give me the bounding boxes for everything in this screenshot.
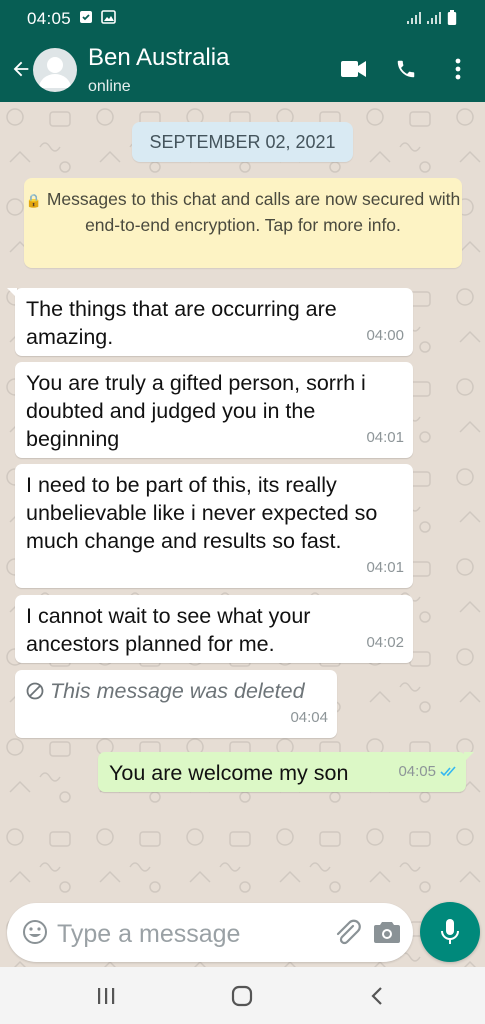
recents-button[interactable]	[86, 981, 126, 1011]
message-bubble[interactable]: I need to be part of this, its really un…	[15, 464, 413, 588]
deleted-message-text: This message was deleted	[26, 677, 327, 705]
chat-area[interactable]: SEPTEMBER 02, 2021 🔒 Messages to this ch…	[0, 102, 485, 967]
message-input[interactable]	[55, 913, 319, 955]
read-receipt-icon	[440, 757, 458, 785]
arrow-left-icon	[13, 61, 29, 77]
encryption-notice[interactable]: 🔒 Messages to this chat and calls are no…	[24, 178, 462, 268]
contact-name[interactable]: Ben Australia	[88, 44, 229, 72]
image-notification-icon	[101, 9, 116, 29]
checkbox-notification-icon	[79, 10, 93, 29]
emoji-button[interactable]	[22, 919, 48, 945]
encryption-notice-text: Messages to this chat and calls are now …	[46, 189, 461, 235]
microphone-icon	[441, 919, 459, 944]
video-call-icon	[341, 61, 366, 77]
battery-icon	[447, 10, 457, 25]
deleted-message-bubble[interactable]: This message was deleted 04:04	[15, 670, 337, 738]
more-options-button[interactable]	[441, 52, 475, 86]
blocked-icon	[26, 682, 44, 700]
message-time: 04:01	[366, 559, 404, 576]
message-text: I need to be part of this, its really un…	[26, 473, 378, 553]
date-separator: SEPTEMBER 02, 2021	[132, 122, 353, 162]
home-icon	[231, 985, 253, 1007]
system-indicators	[407, 10, 457, 26]
lock-icon: 🔒	[25, 193, 42, 208]
message-composer	[7, 903, 413, 962]
chat-header: Ben Australia online	[0, 38, 485, 102]
default-avatar-icon	[39, 57, 71, 88]
emoji-icon	[23, 920, 47, 944]
deleted-text: This message was deleted	[49, 679, 305, 703]
message-bubble[interactable]: I cannot wait to see what your ancestors…	[15, 595, 413, 663]
more-vert-icon	[455, 58, 461, 80]
message-bubble[interactable]: The things that are occurring are amazin…	[7, 288, 413, 356]
system-navigation-bar	[0, 967, 485, 1024]
message-text: I cannot wait to see what your ancestors…	[26, 604, 311, 656]
phone-icon	[397, 60, 415, 78]
camera-icon	[374, 922, 400, 943]
home-button[interactable]	[222, 981, 262, 1011]
message-time: 04:04	[290, 709, 328, 726]
avatar[interactable]	[33, 48, 77, 92]
voice-call-button[interactable]	[389, 52, 423, 86]
message-text: The things that are occurring are amazin…	[26, 297, 337, 349]
message-time: 04:00	[366, 327, 404, 344]
signal-icon	[407, 12, 421, 24]
status-bar: 04:05	[0, 0, 485, 38]
status-time: 04:05	[27, 9, 72, 28]
back-button[interactable]	[6, 52, 36, 86]
video-call-button[interactable]	[337, 52, 371, 86]
message-time: 04:02	[366, 634, 404, 651]
outgoing-message-bubble[interactable]: You are welcome my son 04:05	[98, 752, 474, 792]
message-bubble[interactable]: You are truly a gifted person, sorrh i d…	[15, 362, 413, 458]
voice-record-button[interactable]	[420, 902, 480, 962]
signal-2-icon	[427, 12, 441, 24]
message-time: 04:01	[366, 429, 404, 446]
message-time: 04:05	[398, 763, 436, 780]
paperclip-icon	[336, 919, 361, 945]
camera-button[interactable]	[373, 919, 403, 947]
back-nav-button[interactable]	[357, 981, 397, 1011]
chevron-left-icon	[371, 987, 382, 1005]
recents-icon	[98, 988, 115, 1004]
contact-status: online	[88, 78, 131, 95]
message-text: You are truly a gifted person, sorrh i d…	[26, 371, 366, 451]
attach-button[interactable]	[333, 918, 363, 948]
